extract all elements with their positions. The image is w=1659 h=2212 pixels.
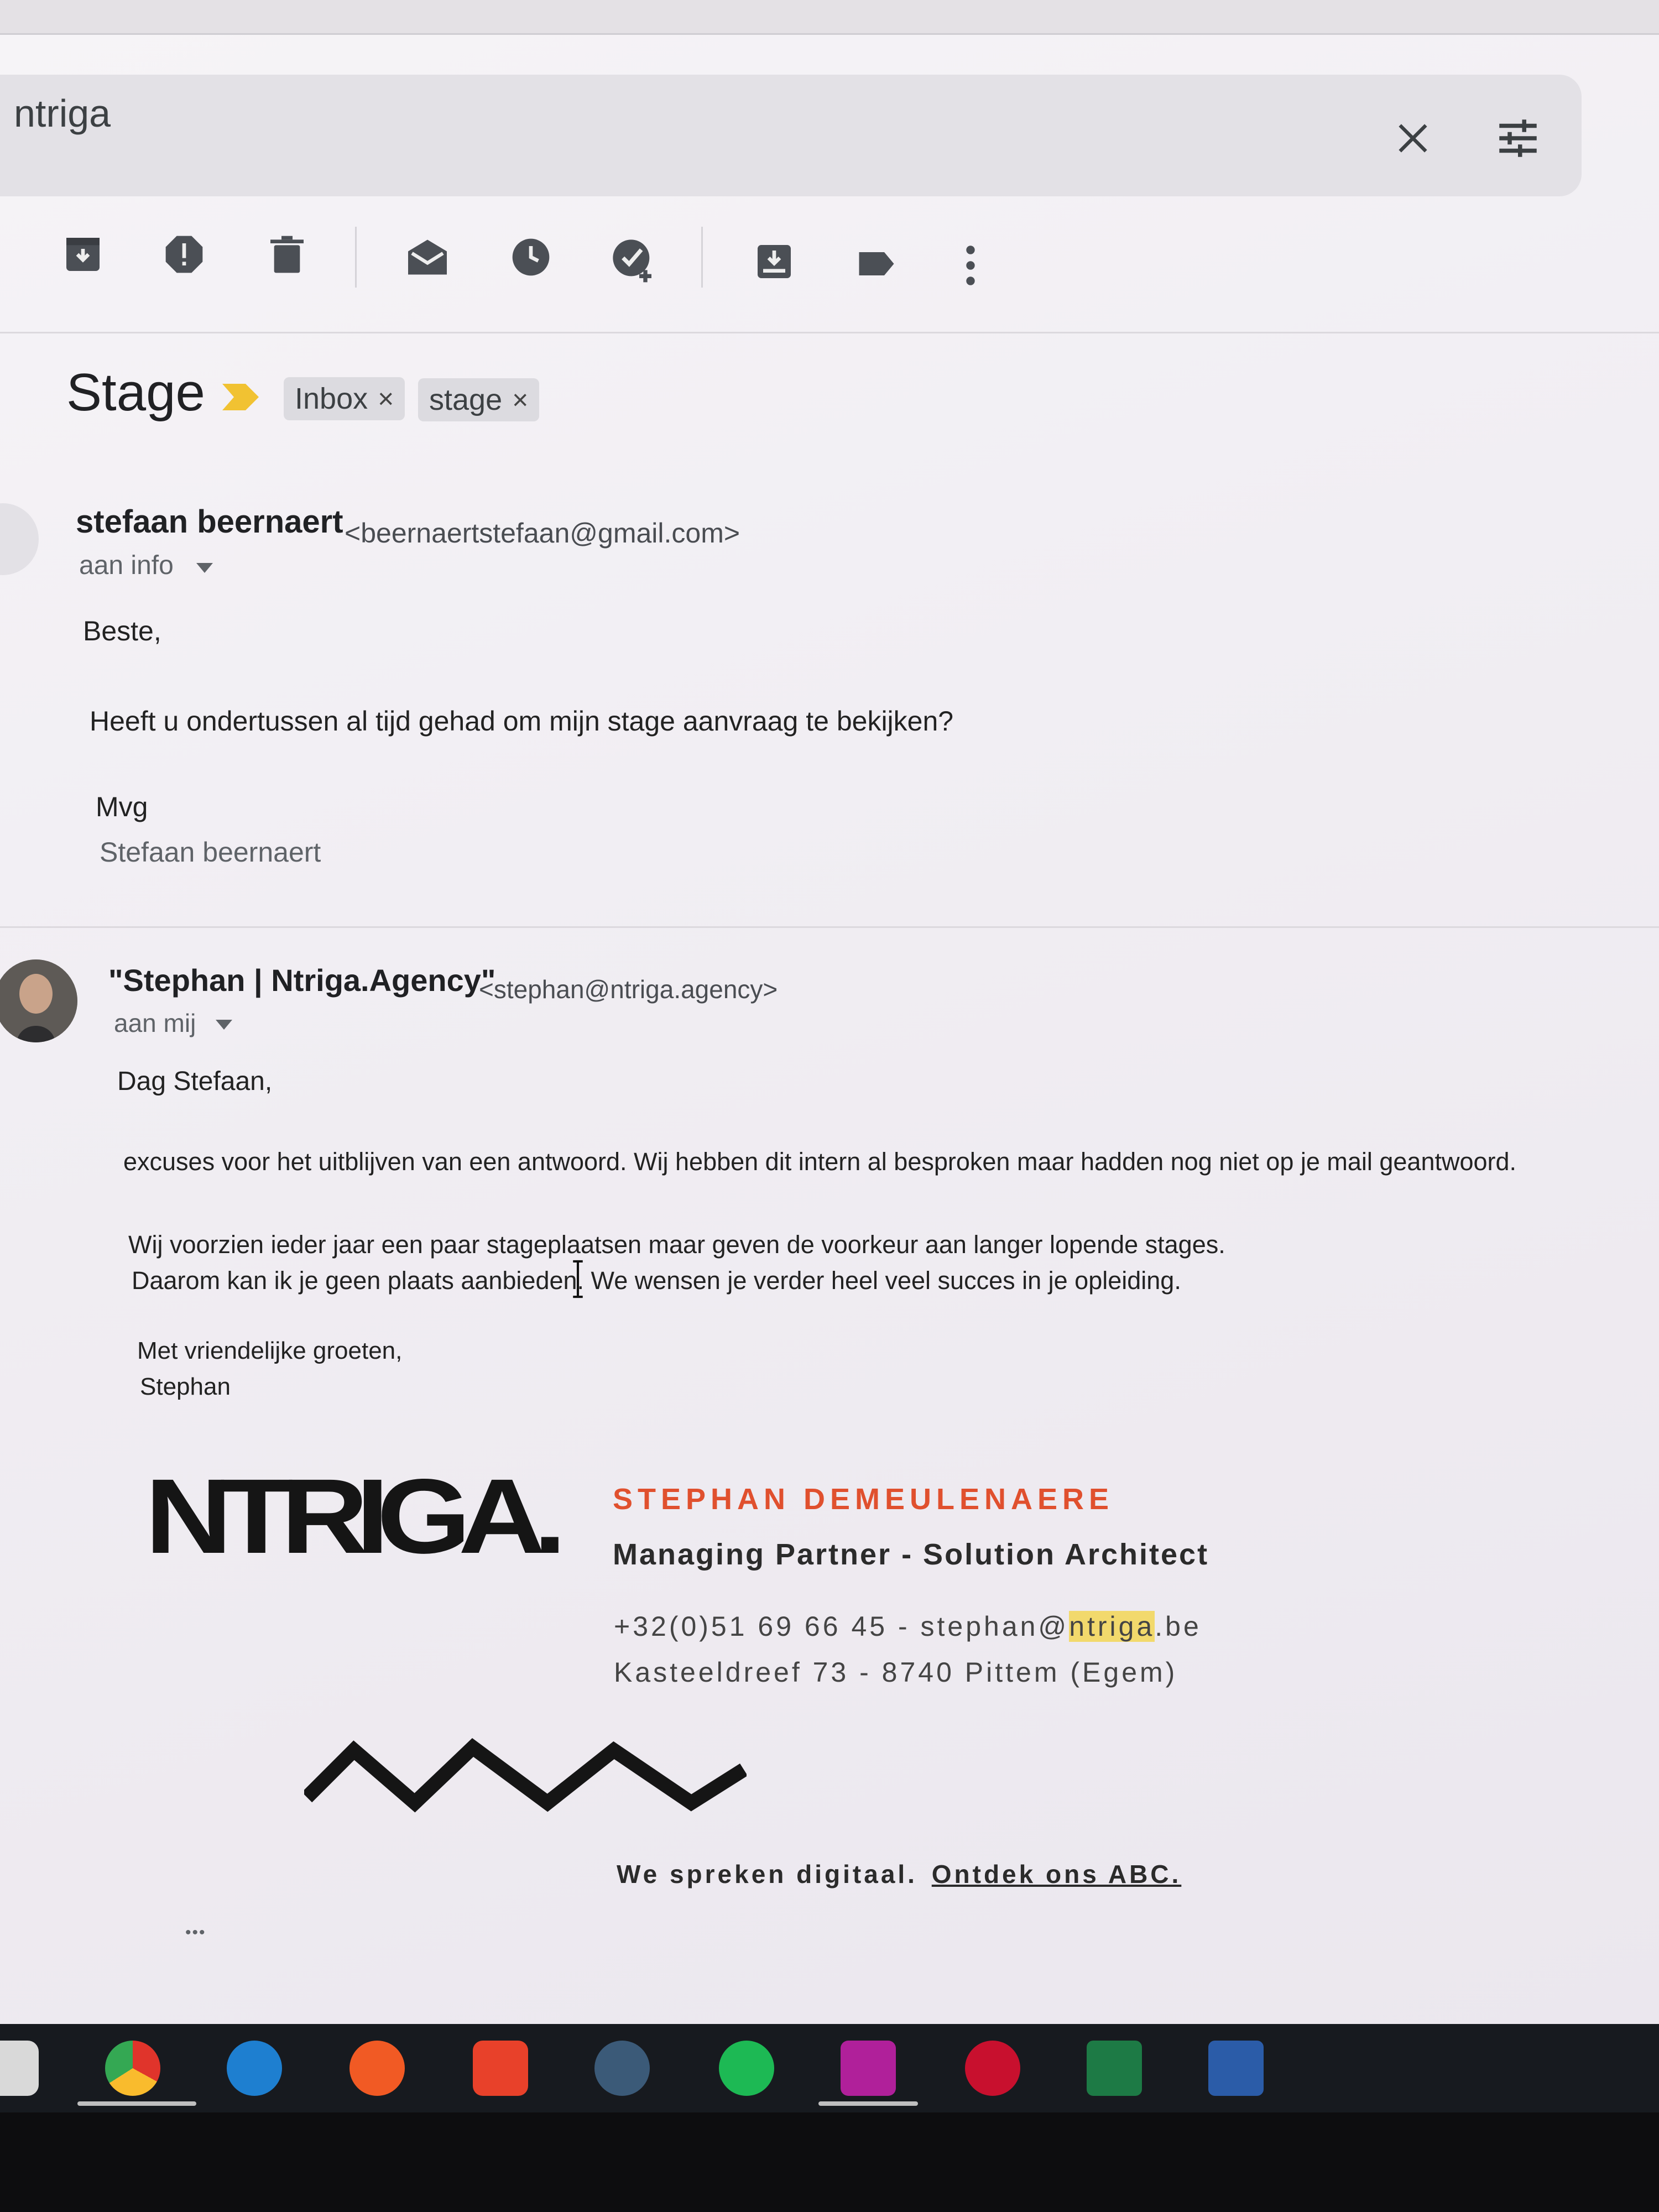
search-options-icon[interactable]: [1488, 108, 1548, 169]
signature-contact: +32(0)51 69 66 45 - stephan@ntriga.be: [614, 1610, 1202, 1642]
signature-tagline: We spreken digitaal. Ontdek ons ABC.: [617, 1860, 1182, 1888]
signature-email[interactable]: stephan@ntriga.be: [921, 1611, 1202, 1642]
toolbar-divider: [355, 227, 357, 288]
phpstorm-icon[interactable]: [841, 2041, 896, 2096]
steam-icon[interactable]: [594, 2041, 650, 2096]
message-body-line: Wij voorzien ieder jaar een paar stagepl…: [128, 1230, 1225, 1259]
message-closing: Met vriendelijke groeten,: [137, 1337, 403, 1364]
active-app-indicator: [77, 2101, 196, 2106]
text-cursor-icon: [567, 1260, 589, 1298]
search-bar[interactable]: [0, 75, 1582, 196]
mark-unread-icon[interactable]: [403, 232, 452, 282]
remove-label-icon[interactable]: ×: [512, 384, 528, 416]
taskbar-app-icon[interactable]: [0, 2041, 39, 2096]
active-app-indicator: [818, 2101, 918, 2106]
report-spam-icon[interactable]: [159, 229, 209, 279]
separator: -: [888, 1611, 921, 1642]
sender-email: <beernaertstefaan@gmail.com>: [345, 518, 740, 549]
show-trimmed-content-button[interactable]: •••: [185, 1923, 206, 1942]
remove-label-icon[interactable]: ×: [378, 383, 394, 415]
recipient-label[interactable]: aan info: [79, 550, 174, 581]
message-greeting: Dag Stefaan,: [117, 1067, 273, 1096]
importance-marker-icon[interactable]: [221, 380, 260, 414]
recipient-dropdown-icon[interactable]: [194, 560, 216, 576]
label-chip-text: Inbox: [295, 382, 368, 415]
top-strip: [0, 0, 1659, 35]
zigzag-graphic: [301, 1731, 748, 1814]
signature-role: Managing Partner - Solution Architect: [613, 1538, 1209, 1571]
label-chip-text: stage: [429, 383, 503, 416]
signature-address: Kasteeldreef 73 - 8740 Pittem (Egem): [614, 1657, 1178, 1688]
recipient-dropdown-icon[interactable]: [213, 1016, 235, 1033]
delete-icon[interactable]: [262, 229, 312, 279]
more-vert-icon[interactable]: [946, 241, 995, 290]
sender-name: "Stephan | Ntriga.Agency": [108, 963, 496, 998]
message-signature: Stefaan beernaert: [100, 837, 321, 868]
signature-phone[interactable]: +32(0)51 69 66 45: [614, 1611, 888, 1642]
ontdek-link[interactable]: Ontdek ons ABC.: [932, 1860, 1182, 1888]
sender-name: stefaan beernaert: [76, 504, 343, 540]
signature-name: STEPHAN DEMEULENAERE: [613, 1483, 1114, 1516]
recipient-label[interactable]: aan mij: [114, 1008, 196, 1038]
toolbar-divider: [701, 227, 703, 288]
message-closing: Mvg: [96, 791, 148, 822]
message-greeting: Beste,: [83, 615, 161, 646]
brave-icon[interactable]: [473, 2041, 528, 2096]
excel-icon[interactable]: [1087, 2041, 1142, 2096]
message-body-line: Daarom kan ik je geen plaats aanbieden. …: [132, 1266, 1181, 1295]
ntriga-logo: NTRIGA.: [145, 1465, 560, 1565]
word-icon[interactable]: [1208, 2041, 1264, 2096]
toolbar-bottom-divider: [0, 332, 1659, 333]
snooze-icon[interactable]: [506, 232, 556, 282]
label-icon[interactable]: [852, 239, 901, 289]
edge-icon[interactable]: [227, 2041, 282, 2096]
clear-search-icon[interactable]: [1385, 111, 1441, 166]
sender-email: <stephan@ntriga.agency>: [479, 975, 778, 1004]
screen: [0, 0, 1659, 2024]
search-highlight: ntriga: [1069, 1611, 1155, 1642]
winamp-icon[interactable]: [965, 2041, 1020, 2096]
add-to-tasks-icon[interactable]: [608, 235, 658, 285]
archive-icon[interactable]: [58, 229, 108, 279]
firefox-icon[interactable]: [349, 2041, 405, 2096]
svg-text:NTRIGA.: NTRIGA.: [145, 1465, 559, 1565]
label-chip-inbox[interactable]: Inbox ×: [284, 377, 405, 420]
message-body-line: Heeft u ondertussen al tijd gehad om mij…: [90, 706, 954, 737]
search-input[interactable]: ntriga: [14, 91, 111, 135]
thread-subject: Stage: [66, 363, 205, 422]
chrome-icon[interactable]: [105, 2041, 160, 2096]
message-signoff: Stephan: [140, 1373, 231, 1400]
move-to-icon[interactable]: [749, 237, 799, 286]
message-divider: [0, 926, 1659, 928]
message-body-line: excuses voor het uitblijven van een antw…: [123, 1147, 1517, 1176]
monitor-bezel: [0, 2112, 1659, 2212]
spotify-icon[interactable]: [719, 2041, 774, 2096]
label-chip-stage[interactable]: stage ×: [418, 378, 540, 421]
